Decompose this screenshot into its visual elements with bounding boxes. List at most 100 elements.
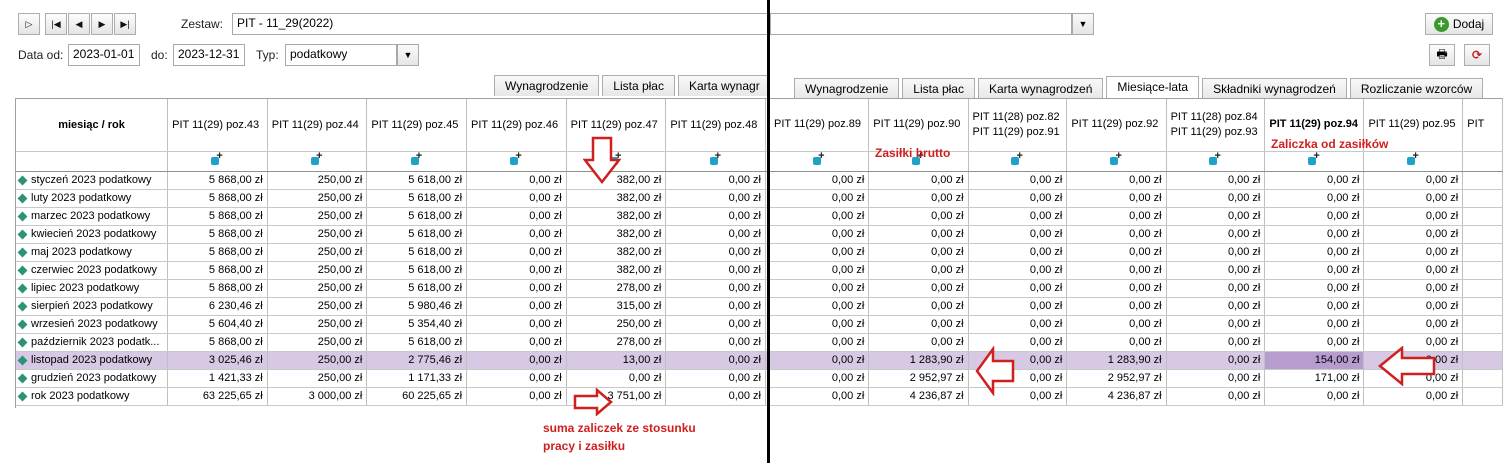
table-row[interactable]: październik 2023 podatk... 5 868,00 zł 250… xyxy=(16,333,767,352)
filter-cell[interactable] xyxy=(167,151,268,172)
table-cell[interactable]: 6 230,46 zł xyxy=(167,297,268,316)
table-cell[interactable]: 2 775,46 zł xyxy=(366,351,468,370)
row-label[interactable]: styczeń 2023 podatkowy xyxy=(16,171,169,190)
table-cell[interactable]: 0,00 zł xyxy=(968,225,1068,244)
table-cell[interactable]: 0,00 zł xyxy=(868,243,969,262)
table-row[interactable]: 0,00 zł 0,00 zł 0,00 zł 0,00 zł 0,00 zł 0,00 … xyxy=(770,297,1503,316)
table-cell[interactable]: 0,00 zł xyxy=(868,207,969,226)
table-row[interactable]: 0,00 zł 4 236,87 zł 0,00 zł 4 236,87 zł 0,00… xyxy=(770,387,1503,406)
table-cell[interactable]: 0,00 zł xyxy=(566,369,667,388)
table-cell[interactable] xyxy=(1462,315,1503,334)
table-cell[interactable]: 0,00 zł xyxy=(868,333,969,352)
table-cell[interactable]: 5 618,00 zł xyxy=(366,207,468,226)
filter-cell[interactable] xyxy=(1462,151,1503,172)
table-cell[interactable]: 60 225,65 zł xyxy=(366,387,468,406)
table-cell[interactable]: 5 868,00 zł xyxy=(167,207,268,226)
table-cell[interactable] xyxy=(1462,369,1503,388)
row-label[interactable]: grudzień 2023 podatkowy xyxy=(16,369,169,388)
table-cell[interactable]: 0,00 zł xyxy=(868,261,969,280)
table-cell[interactable]: 0,00 zł xyxy=(466,243,567,262)
table-cell[interactable]: 0,00 zł xyxy=(770,297,870,316)
table-cell[interactable]: 0,00 zł xyxy=(1066,225,1167,244)
table-cell[interactable]: 1 283,90 zł xyxy=(868,351,969,370)
table-cell[interactable]: 5 618,00 zł xyxy=(366,189,468,208)
tab-wynagrodzenie-r[interactable]: Wynagrodzenie xyxy=(794,78,900,99)
table-cell[interactable]: 2 952,97 zł xyxy=(868,369,969,388)
table-cell[interactable]: 0,00 zł xyxy=(770,387,870,406)
row-label[interactable]: maj 2023 podatkowy xyxy=(16,243,169,262)
row-label[interactable]: listopad 2023 podatkowy xyxy=(16,351,169,370)
table-cell[interactable]: 154,00 zł xyxy=(1264,351,1365,370)
table-cell[interactable]: 250,00 zł xyxy=(267,207,368,226)
table-row[interactable]: czerwiec 2023 podatkowy 5 868,00 zł 250,00… xyxy=(16,261,767,280)
tab-rozliczanie-wzorcow[interactable]: Rozliczanie wzorców xyxy=(1349,78,1484,99)
table-row[interactable]: 0,00 zł 0,00 zł 0,00 zł 0,00 zł 0,00 zł 0,00 … xyxy=(770,279,1503,298)
filter-cell[interactable] xyxy=(466,151,567,172)
table-cell[interactable]: 250,00 zł xyxy=(566,315,667,334)
table-row[interactable]: luty 2023 podatkowy 5 868,00 zł 250,00 zł 5… xyxy=(16,189,767,208)
table-cell[interactable]: 0,00 zł xyxy=(466,207,567,226)
table-row[interactable]: sierpień 2023 podatkowy 6 230,46 zł 250,00… xyxy=(16,297,767,316)
table-row[interactable]: kwiecień 2023 podatkowy 5 868,00 zł 250,00… xyxy=(16,225,767,244)
filter-cell[interactable] xyxy=(1264,151,1365,172)
table-cell[interactable]: 0,00 zł xyxy=(466,351,567,370)
row-label[interactable]: marzec 2023 podatkowy xyxy=(16,207,169,226)
zestaw-field[interactable]: PIT - 11_29(2022) xyxy=(232,13,767,35)
table-cell[interactable]: 3 000,00 zł xyxy=(267,387,368,406)
table-row[interactable]: 0,00 zł 0,00 zł 0,00 zł 0,00 zł 0,00 zł 0,00 … xyxy=(770,225,1503,244)
table-cell[interactable] xyxy=(1462,207,1503,226)
table-cell[interactable]: 0,00 zł xyxy=(868,297,969,316)
data-od-field[interactable]: 2023-01-01 xyxy=(68,44,140,66)
filter-cell[interactable] xyxy=(665,151,766,172)
first-record-button[interactable]: |◀ xyxy=(45,13,67,35)
table-cell[interactable]: 0,00 zł xyxy=(1264,189,1365,208)
table-cell[interactable]: 250,00 zł xyxy=(267,279,368,298)
tab-miesiace-lata[interactable]: Miesiące-lata xyxy=(1106,76,1200,100)
table-cell[interactable]: 0,00 zł xyxy=(968,261,1068,280)
table-row[interactable]: grudzień 2023 podatkowy 1 421,33 zł 250,00… xyxy=(16,369,767,388)
filter-cell[interactable] xyxy=(267,151,368,172)
table-cell[interactable]: 0,00 zł xyxy=(1166,243,1266,262)
table-cell[interactable]: 0,00 zł xyxy=(1264,315,1365,334)
table-cell[interactable]: 5 868,00 zł xyxy=(167,279,268,298)
column-header[interactable]: PIT 11(29) poz.44 xyxy=(267,99,368,152)
table-cell[interactable]: 0,00 zł xyxy=(1166,171,1266,190)
table-cell[interactable]: 0,00 zł xyxy=(1166,261,1266,280)
table-cell[interactable]: 0,00 zł xyxy=(770,261,870,280)
table-cell[interactable]: 0,00 zł xyxy=(1264,243,1365,262)
table-cell[interactable]: 0,00 zł xyxy=(968,279,1068,298)
table-cell[interactable]: 0,00 zł xyxy=(1066,207,1167,226)
table-cell[interactable]: 0,00 zł xyxy=(665,189,766,208)
table-cell[interactable]: 2 952,97 zł xyxy=(1066,369,1167,388)
table-cell[interactable]: 0,00 zł xyxy=(1166,315,1266,334)
table-cell[interactable]: 5 868,00 zł xyxy=(167,243,268,262)
table-cell[interactable]: 250,00 zł xyxy=(267,225,368,244)
table-cell[interactable]: 5 868,00 zł xyxy=(167,225,268,244)
table-cell[interactable]: 0,00 zł xyxy=(466,189,567,208)
table-cell[interactable]: 0,00 zł xyxy=(770,189,870,208)
table-cell[interactable]: 0,00 zł xyxy=(968,189,1068,208)
column-header[interactable]: PIT 11(29) poz.48 xyxy=(665,99,766,152)
table-row[interactable]: 0,00 zł 0,00 zł 0,00 zł 0,00 zł 0,00 zł 0,00 … xyxy=(770,243,1503,262)
table-cell[interactable]: 382,00 zł xyxy=(566,243,667,262)
table-cell[interactable]: 0,00 zł xyxy=(665,315,766,334)
table-cell[interactable]: 5 868,00 zł xyxy=(167,261,268,280)
table-cell[interactable]: 0,00 zł xyxy=(1264,225,1365,244)
table-cell[interactable]: 0,00 zł xyxy=(1066,243,1167,262)
row-label[interactable]: luty 2023 podatkowy xyxy=(16,189,169,208)
filter-cell[interactable] xyxy=(968,151,1068,172)
table-cell[interactable]: 0,00 zł xyxy=(665,297,766,316)
tab-lista-plac[interactable]: Lista płac xyxy=(602,75,675,96)
print-button[interactable]: 🖶 xyxy=(1429,44,1455,66)
table-cell[interactable]: 0,00 zł xyxy=(770,315,870,334)
table-cell[interactable]: 5 604,40 zł xyxy=(167,315,268,334)
table-cell[interactable]: 0,00 zł xyxy=(1166,207,1266,226)
table-cell[interactable]: 0,00 zł xyxy=(665,261,766,280)
table-cell[interactable]: 0,00 zł xyxy=(466,315,567,334)
table-cell[interactable]: 0,00 zł xyxy=(1264,171,1365,190)
table-cell[interactable]: 0,00 zł xyxy=(665,171,766,190)
table-cell[interactable]: 3 025,46 zł xyxy=(167,351,268,370)
table-cell[interactable]: 4 236,87 zł xyxy=(868,387,969,406)
row-label[interactable]: lipiec 2023 podatkowy xyxy=(16,279,169,298)
table-row[interactable]: maj 2023 podatkowy 5 868,00 zł 250,00 zł 5 … xyxy=(16,243,767,262)
